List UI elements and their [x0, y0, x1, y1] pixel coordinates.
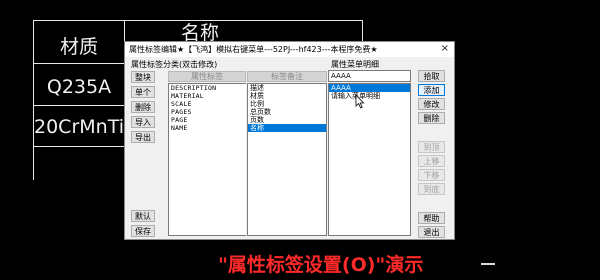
modify-button[interactable]: 修改 — [418, 98, 445, 110]
tag-list[interactable]: DESCRIPTION MATERIAL SCALE PAGES PAGE NA… — [168, 83, 246, 236]
exit-button[interactable]: 退出 — [418, 226, 445, 238]
note-list-item[interactable]: 页数 — [248, 116, 326, 124]
table-line — [33, 146, 125, 147]
dialog-title: 属性标签编辑★【飞鸿】模拟右键菜单---52PJ---hf423---本程序免费… — [129, 45, 378, 54]
tag-column-header: 属性标签 — [168, 71, 246, 82]
pick-button[interactable]: 拾取 — [418, 70, 445, 82]
whole-block-button[interactable]: 整块 — [131, 71, 155, 83]
export-button[interactable]: 导出 — [131, 131, 155, 143]
note-list-item[interactable]: 比例 — [248, 100, 326, 108]
save-button[interactable]: 保存 — [131, 225, 155, 237]
delete-menu-button[interactable]: 删除 — [418, 112, 445, 124]
move-top-button[interactable]: 到顶 — [418, 141, 445, 153]
help-button[interactable]: 帮助 — [418, 212, 445, 224]
close-icon[interactable]: × — [441, 43, 449, 54]
right-group-label: 属性菜单明细 — [331, 60, 379, 69]
table-cell-material: 材质 — [59, 35, 98, 58]
delete-tag-button[interactable]: 删除 — [131, 101, 155, 113]
default-button[interactable]: 默认 — [131, 210, 155, 222]
table-header-name: 名称 — [180, 21, 219, 44]
table-line — [33, 63, 125, 64]
add-button[interactable]: 添加 — [418, 84, 445, 96]
tag-list-item[interactable]: NAME — [169, 124, 246, 132]
move-down-button[interactable]: 下移 — [418, 169, 445, 181]
caption-dash — [481, 263, 495, 265]
tag-list-item[interactable]: MATERIAL — [169, 92, 246, 100]
dialog-titlebar[interactable]: 属性标签编辑★【飞鸿】模拟右键菜单---52PJ---hf423---本程序免费… — [125, 42, 454, 57]
tag-list-item[interactable]: PAGES — [169, 108, 246, 116]
note-list-item-selected[interactable]: 名称 — [248, 124, 326, 132]
tag-list-item[interactable]: DESCRIPTION — [169, 84, 246, 92]
import-button[interactable]: 导入 — [131, 116, 155, 128]
table-line — [33, 105, 125, 106]
demo-caption: "属性标签设置(O)"演示 — [218, 254, 424, 276]
note-column-header: 标签备注 — [247, 71, 327, 82]
menu-item-input[interactable]: AAAA — [328, 70, 411, 82]
move-up-button[interactable]: 上移 — [418, 155, 445, 167]
note-list-item[interactable]: 描述 — [248, 84, 326, 92]
move-bottom-button[interactable]: 到底 — [418, 183, 445, 195]
table-cell-20crmnti: 20CrMnTi — [34, 116, 124, 138]
mouse-cursor-icon — [355, 94, 365, 109]
single-button[interactable]: 单个 — [131, 86, 155, 98]
menu-list-item[interactable]: 请输入菜单明细 — [329, 92, 410, 100]
table-cell-q235a: Q235A — [46, 76, 112, 98]
tag-list-item[interactable]: SCALE — [169, 100, 246, 108]
tag-list-item[interactable]: PAGE — [169, 116, 246, 124]
note-list-item[interactable]: 总页数 — [248, 108, 326, 116]
attribute-tag-dialog: 属性标签编辑★【飞鸿】模拟右键菜单---52PJ---hf423---本程序免费… — [124, 41, 455, 240]
note-list[interactable]: 描述 材质 比例 总页数 页数 名称 — [247, 83, 327, 236]
menu-detail-list[interactable]: AAAA 请输入菜单明细 — [328, 83, 411, 236]
left-group-label: 属性标签分类(双击修改) — [131, 60, 218, 69]
note-list-item[interactable]: 材质 — [248, 92, 326, 100]
menu-list-item-selected[interactable]: AAAA — [329, 84, 410, 92]
